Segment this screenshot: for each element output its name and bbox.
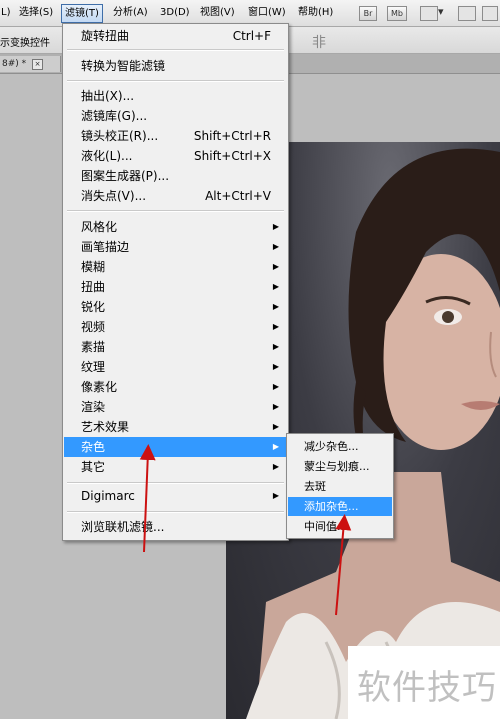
annotation-arrow-noise — [139, 444, 156, 553]
annotation-arrows — [139, 444, 352, 616]
annotation-arrow-add-noise — [335, 514, 352, 616]
watermark-text: 软件技巧 — [357, 668, 497, 708]
watermark: 软件技巧 — [348, 646, 500, 719]
